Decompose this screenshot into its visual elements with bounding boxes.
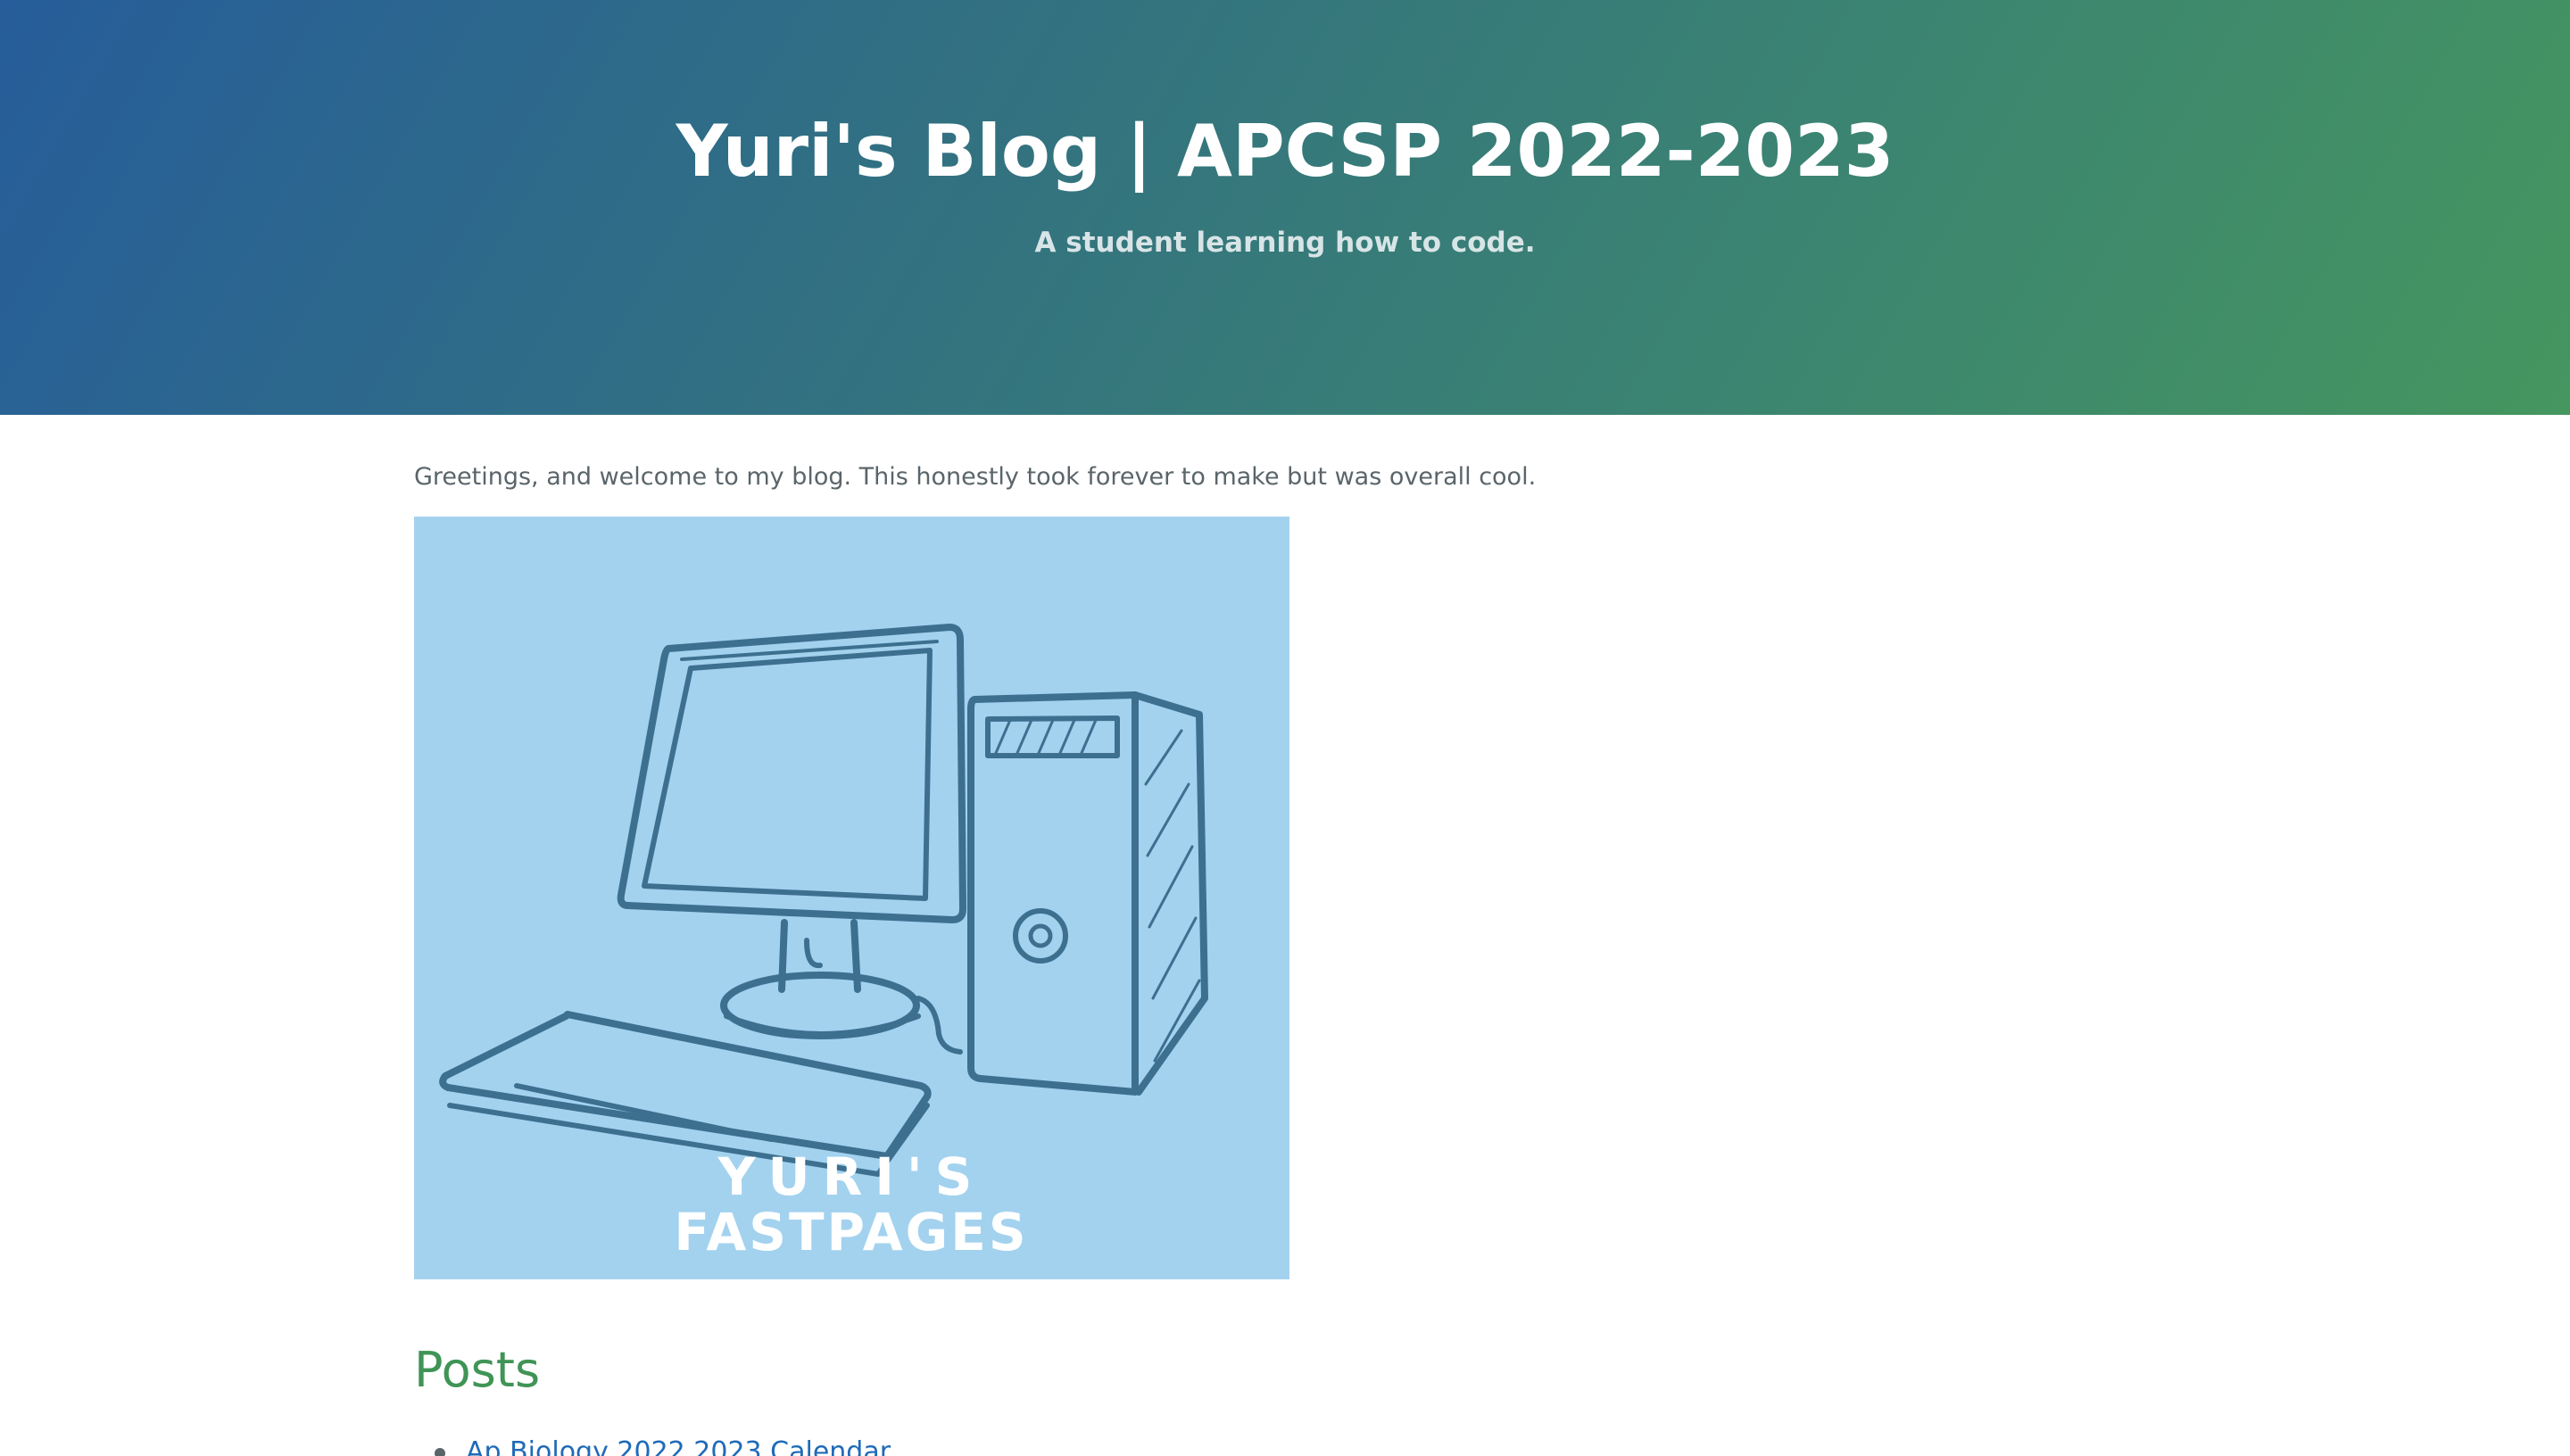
site-tagline: A student learning how to code.	[1034, 227, 1536, 259]
post-link[interactable]: Ap Biology 2022 2023 Calendar	[466, 1436, 891, 1456]
site-title[interactable]: Yuri's Blog | APCSP 2022-2023	[0, 105, 2570, 198]
posts-heading: Posts	[414, 1342, 541, 1398]
hero-caption-line2: FASTPAGES	[674, 1202, 1028, 1262]
main-content: Greetings, and welcome to my blog. This …	[414, 415, 2156, 1456]
computer-illustration-icon: YURI'S FASTPAGES	[414, 517, 1289, 1279]
list-item: Ap Biology 2022 2023 Calendar	[435, 1433, 2156, 1456]
intro-text: Greetings, and welcome to my blog. This …	[414, 463, 1537, 491]
hero-image: YURI'S FASTPAGES	[414, 517, 1289, 1279]
hero-caption-line1: YURI'S	[717, 1146, 985, 1207]
posts-list: Ap Biology 2022 2023 Calendar	[414, 1433, 2156, 1456]
bullet-icon	[435, 1448, 445, 1456]
page-header: Yuri's Blog | APCSP 2022-2023 A student …	[0, 0, 2570, 415]
